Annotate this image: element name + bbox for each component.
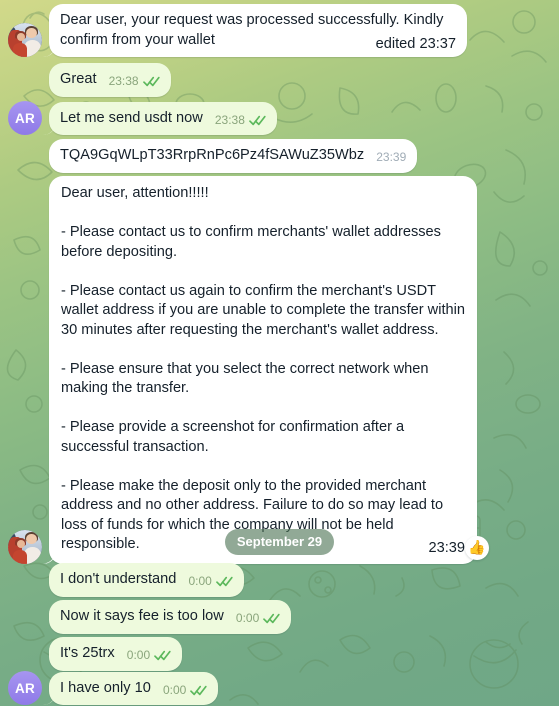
- message-meta: 0:00: [127, 646, 171, 666]
- message-text: Now it says fee is too low: [60, 608, 224, 624]
- message-meta: 23:39: [428, 539, 465, 559]
- message-text: Let me send usdt now: [60, 109, 203, 126]
- message-time: 0:00: [188, 574, 212, 588]
- message-meta: 23:38: [215, 111, 266, 131]
- thumbs-up-reaction[interactable]: 👍: [465, 535, 489, 560]
- message-bubble[interactable]: Let me send usdt now 23:38: [49, 101, 277, 135]
- message-time: 23:38: [108, 74, 139, 88]
- message-list[interactable]: Dear user, your request was processed su…: [0, 0, 559, 706]
- message-row[interactable]: AR Let me send usdt now 23:38: [0, 101, 277, 135]
- message-time: 23:39: [428, 540, 465, 556]
- message-meta: 0:00: [188, 572, 233, 592]
- message-meta: 23:39: [376, 148, 406, 168]
- message-row[interactable]: Dear user, attention!!!!! - Please conta…: [0, 176, 489, 564]
- message-bubble[interactable]: I have only 10 0:00: [49, 671, 219, 705]
- message-time: 23:38: [214, 112, 245, 127]
- message-bubble[interactable]: Dear user, your request was processed su…: [49, 4, 467, 57]
- message-time: 0:00: [235, 611, 260, 625]
- message-bubble[interactable]: Dear user, attention!!!!! - Please conta…: [49, 176, 489, 564]
- message-bubble[interactable]: TQA9GqWLpT33RrpRnPc6Pz4fSAWuZ35Wbz 23:39: [49, 139, 418, 173]
- message-row[interactable]: AR I have only 10 0:00: [0, 671, 219, 705]
- double-check-icon: [142, 77, 160, 87]
- double-check-icon: [190, 685, 207, 695]
- message-row[interactable]: Now it says fee is too low 0:00: [0, 600, 292, 634]
- message-time: 23:39: [376, 150, 407, 164]
- avatar[interactable]: AR: [8, 671, 42, 705]
- chat-screen: Dear user, your request was processed su…: [0, 0, 559, 706]
- wallet-address-text: TQA9GqWLpT33RrpRnPc6Pz4fSAWuZ35Wbz: [60, 147, 365, 163]
- message-row[interactable]: TQA9GqWLpT33RrpRnPc6Pz4fSAWuZ35Wbz 23:39: [0, 139, 418, 173]
- message-text: I have only 10: [60, 679, 151, 696]
- message-row[interactable]: I don't understand 0:00: [0, 563, 244, 597]
- message-row[interactable]: Dear user, your request was processed su…: [0, 4, 467, 57]
- message-time: 0:00: [126, 648, 151, 662]
- avatar[interactable]: AR: [8, 101, 42, 135]
- message-bubble[interactable]: I don't understand 0:00: [49, 563, 244, 597]
- message-text: I don't understand: [60, 571, 177, 587]
- message-bubble[interactable]: Great 23:38: [49, 63, 171, 97]
- message-time: 0:00: [162, 682, 187, 697]
- message-meta: 23:38: [109, 72, 160, 92]
- double-check-icon: [249, 115, 266, 125]
- message-bubble[interactable]: It's 25trx 0:00: [49, 637, 183, 671]
- message-meta: 0:00: [236, 609, 280, 629]
- avatar[interactable]: [8, 23, 42, 57]
- message-meta: 0:00: [163, 681, 207, 701]
- message-text: Great: [60, 71, 97, 87]
- double-check-icon: [215, 577, 233, 587]
- message-row[interactable]: Great 23:38: [0, 63, 171, 97]
- message-time: edited 23:37: [375, 35, 456, 52]
- avatar[interactable]: [8, 529, 42, 564]
- date-label[interactable]: September 29: [224, 529, 335, 555]
- double-check-icon: [263, 614, 280, 624]
- message-meta: edited 23:37: [376, 35, 456, 55]
- message-text: It's 25trx: [60, 645, 115, 661]
- message-bubble[interactable]: Now it says fee is too low 0:00: [49, 600, 292, 634]
- double-check-icon: [154, 651, 171, 661]
- message-row[interactable]: It's 25trx 0:00: [0, 637, 183, 671]
- message-text: Dear user, attention!!!!! - Please conta…: [61, 185, 465, 552]
